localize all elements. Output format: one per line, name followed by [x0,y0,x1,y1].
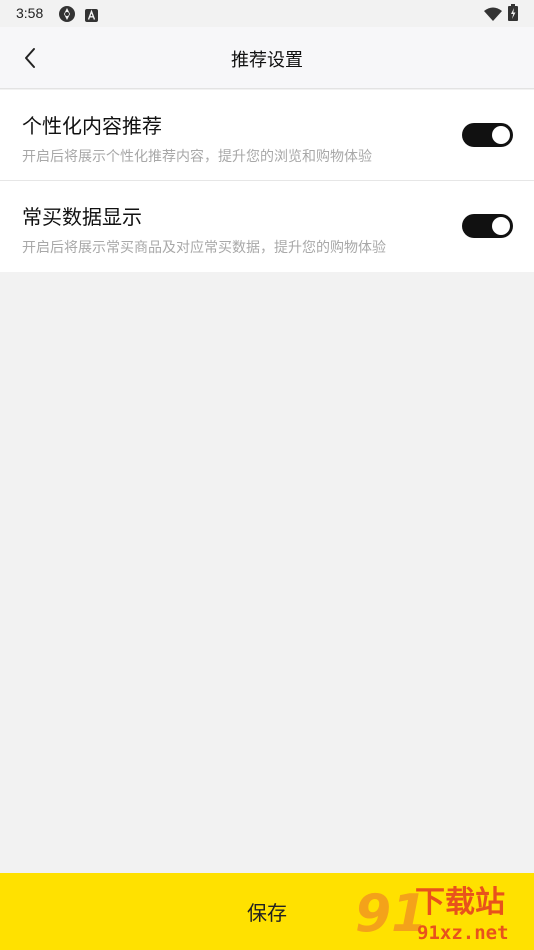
save-button-label: 保存 [247,901,287,925]
status-bar: 3:58 [0,0,534,27]
setting-title: 个性化内容推荐 [22,114,162,138]
settings-list: 个性化内容推荐 开启后将展示个性化推荐内容，提升您的浏览和购物体验 常买数据显示… [0,90,534,272]
frequent-purchase-data-toggle[interactable] [462,214,513,238]
status-time: 3:58 [16,5,44,21]
wifi-icon [484,6,502,25]
personalized-recommendation-toggle[interactable] [462,123,513,147]
app-header: 推荐设置 [0,27,534,89]
app-notification-icon [58,5,76,27]
page-title: 推荐设置 [231,50,303,71]
battery-charging-icon [508,4,518,25]
save-button[interactable]: 保存 [0,873,534,950]
toggle-knob [492,126,510,144]
setting-row-personalized-recommendation: 个性化内容推荐 开启后将展示个性化推荐内容，提升您的浏览和购物体验 [0,90,534,181]
setting-description: 开启后将展示个性化推荐内容，提升您的浏览和购物体验 [22,149,372,165]
toggle-knob [492,217,510,235]
setting-row-frequent-purchase-data: 常买数据显示 开启后将展示常买商品及对应常买数据，提升您的购物体验 [0,181,534,272]
keyboard-a-icon [85,7,98,26]
setting-description: 开启后将展示常买商品及对应常买数据，提升您的购物体验 [22,240,386,256]
setting-title: 常买数据显示 [22,205,142,229]
